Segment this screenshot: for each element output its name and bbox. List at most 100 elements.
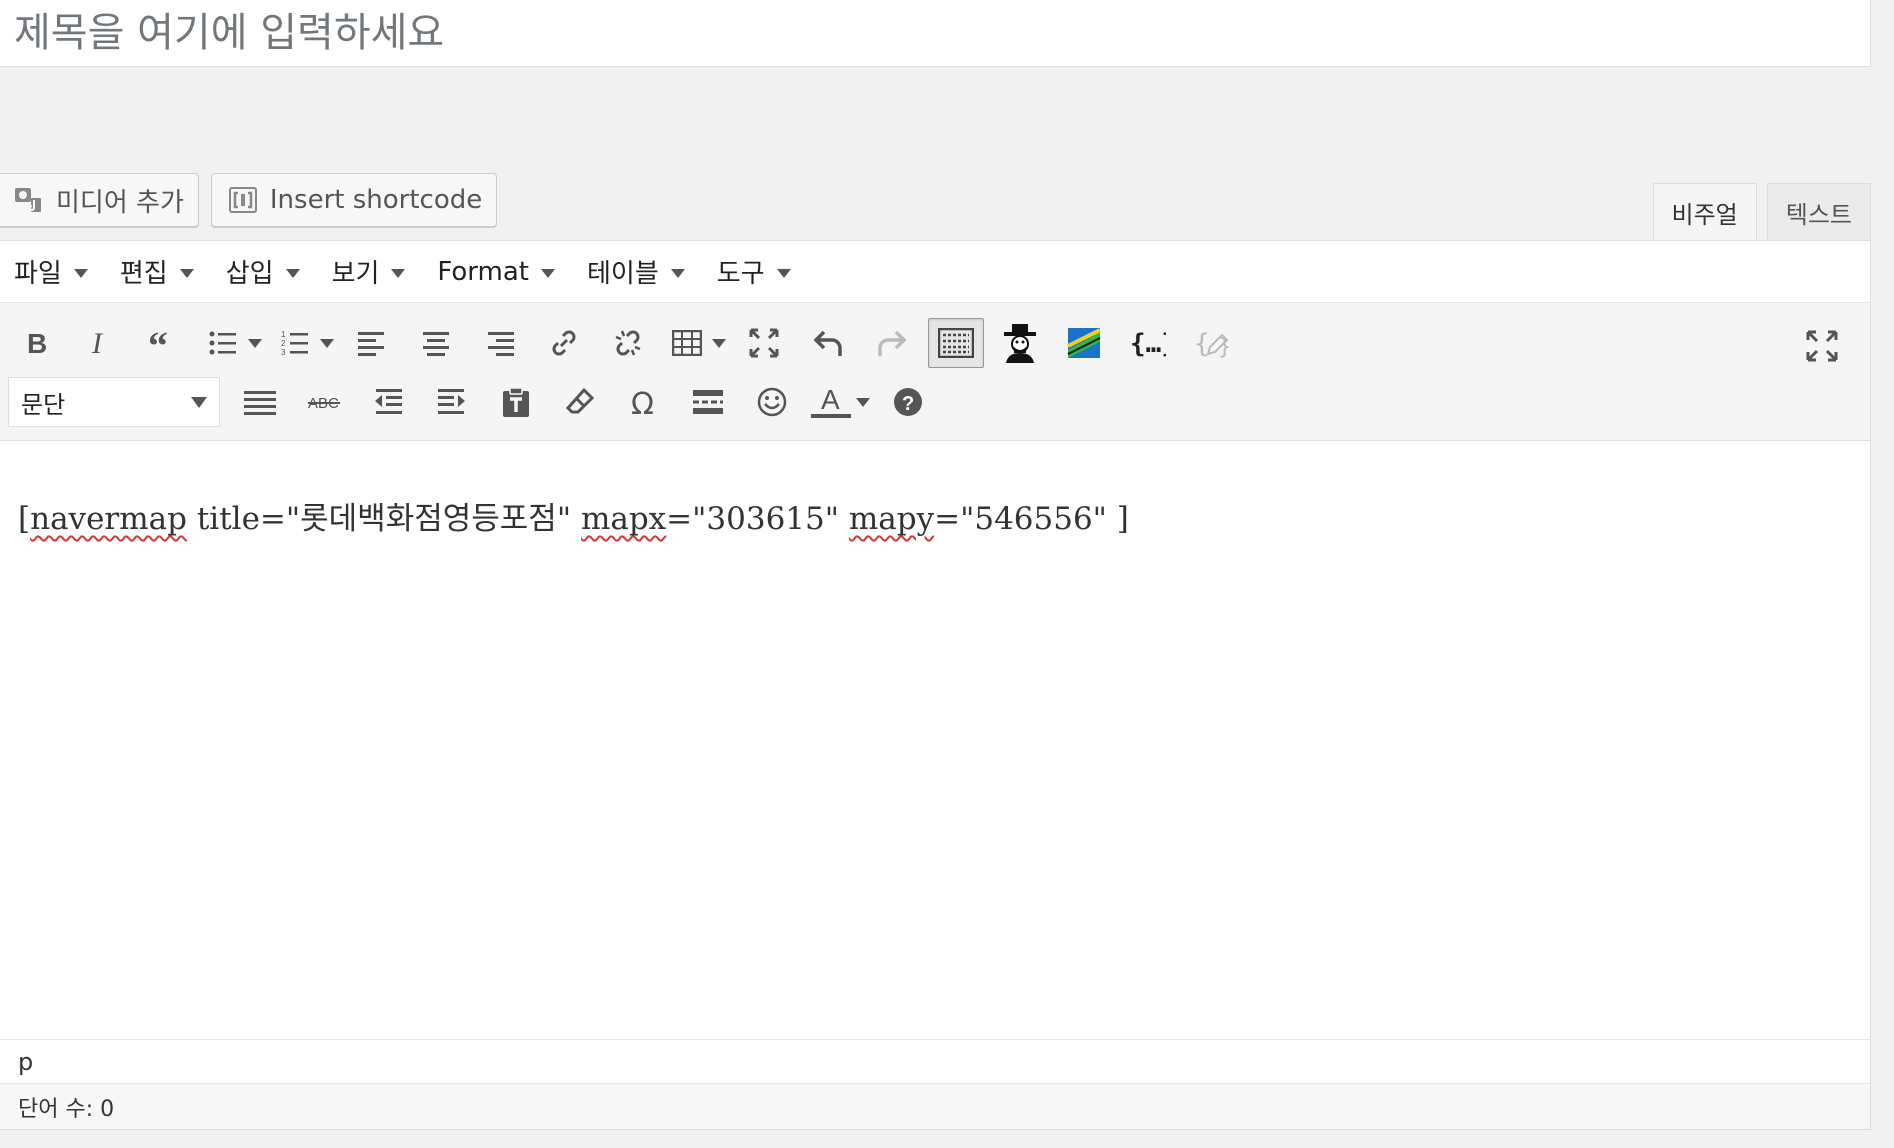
clear-format-button[interactable] xyxy=(552,377,608,427)
svg-text:Ω: Ω xyxy=(631,387,654,418)
element-path-label: p xyxy=(18,1047,34,1076)
table-dropdown[interactable] xyxy=(710,318,728,368)
chevron-down-icon xyxy=(191,396,207,408)
align-right-button[interactable] xyxy=(472,318,528,368)
text-color-icon: A xyxy=(811,385,851,418)
menu-edit[interactable]: 편집 xyxy=(120,253,194,290)
element-path[interactable]: p xyxy=(0,1039,1870,1083)
editor-toolbar: B I “ 123 {… {} 문단 ABC Ω A ? xyxy=(0,303,1870,441)
text-color-dropdown[interactable] xyxy=(854,377,872,427)
fullscreen-button[interactable] xyxy=(1794,321,1850,371)
caret-down-icon xyxy=(73,268,88,278)
unlink-button[interactable] xyxy=(600,318,656,368)
justify-button[interactable] xyxy=(232,377,288,427)
indent-button[interactable] xyxy=(424,377,480,427)
bold-button[interactable]: B xyxy=(8,318,64,368)
svg-text:I: I xyxy=(91,329,104,357)
editor-menubar: 파일 편집 삽입 보기 Format 테이블 도구 xyxy=(0,241,1870,303)
align-center-button[interactable] xyxy=(408,318,464,368)
content-text: ="303615" xyxy=(666,501,849,537)
svg-text:B: B xyxy=(27,329,47,357)
shortcode-icon xyxy=(226,183,260,217)
svg-text:1: 1 xyxy=(281,330,286,339)
outdent-icon xyxy=(375,389,402,414)
editor-mode-tabs: 비주얼 텍스트 xyxy=(1652,183,1871,241)
misspelled-word: navermap xyxy=(30,501,187,537)
svg-text:A: A xyxy=(821,385,840,415)
paste-text-button[interactable] xyxy=(488,377,544,427)
justify-icon xyxy=(244,391,276,415)
editor-container: 파일 편집 삽입 보기 Format 테이블 도구 B I “ 1 2 3 {…… xyxy=(0,240,1871,1130)
svg-text:}: } xyxy=(1218,335,1230,358)
strikethrough-button[interactable]: ABC xyxy=(296,377,352,427)
editor-content-area[interactable]: [navermap title="롯데백화점영등포점" mapx="303615… xyxy=(0,441,1870,1041)
navermap-plugin-icon xyxy=(1004,324,1036,363)
menu-view[interactable]: 보기 xyxy=(332,253,406,290)
media-buttons: 미디어 추가 Insert shortcode xyxy=(0,173,498,227)
numbered-list-split: 123 xyxy=(272,318,336,368)
table-button[interactable] xyxy=(664,318,710,368)
svg-text:3: 3 xyxy=(281,348,286,357)
align-right-icon xyxy=(488,332,514,356)
numbered-list-button[interactable]: 123 xyxy=(272,318,318,368)
bullet-list-dropdown[interactable] xyxy=(246,318,264,368)
omega-icon: Ω xyxy=(631,387,654,418)
bullet-list-button[interactable] xyxy=(200,318,246,368)
align-center-icon xyxy=(423,332,449,356)
caret-down-icon xyxy=(776,268,791,278)
italic-button[interactable]: I xyxy=(72,318,128,368)
navermap-plugin-button[interactable] xyxy=(992,318,1048,368)
emoticon-button[interactable] xyxy=(744,377,800,427)
svg-text:“: “ xyxy=(148,329,168,357)
caret-down-icon xyxy=(391,268,406,278)
align-left-icon xyxy=(358,332,384,356)
menu-insert[interactable]: 삽입 xyxy=(226,253,300,290)
menu-tools[interactable]: 도구 xyxy=(717,253,791,290)
caret-down-icon xyxy=(179,268,194,278)
code-brackets-icon: {…} xyxy=(1130,329,1166,358)
link-icon xyxy=(552,330,576,356)
help-icon: ? xyxy=(894,388,922,416)
menu-label: 파일 xyxy=(14,259,62,289)
bullet-list-split xyxy=(200,318,264,368)
align-left-button[interactable] xyxy=(344,318,400,368)
blockquote-button[interactable]: “ xyxy=(136,318,192,368)
text-color-button[interactable]: A xyxy=(808,377,854,427)
menu-format[interactable]: Format xyxy=(437,257,555,287)
bold-icon: B xyxy=(27,329,47,357)
text-color-split: A xyxy=(808,377,872,427)
menu-file[interactable]: 파일 xyxy=(14,253,88,290)
caret-down-icon xyxy=(285,268,300,278)
add-media-button[interactable]: 미디어 추가 xyxy=(0,173,199,227)
content-text: title="롯데백화점영등포점" xyxy=(186,501,581,537)
svg-text:{…}: {…} xyxy=(1130,329,1166,358)
map-plugin-button[interactable] xyxy=(1056,318,1112,368)
outdent-button[interactable] xyxy=(360,377,416,427)
menu-table[interactable]: 테이블 xyxy=(587,253,685,290)
toolbar-toggle-icon xyxy=(938,328,974,358)
menu-label: 테이블 xyxy=(587,259,659,289)
clear-format-icon xyxy=(565,387,595,414)
tab-text[interactable]: 텍스트 xyxy=(1766,183,1871,241)
help-button[interactable]: ? xyxy=(880,377,936,427)
code-button[interactable]: {…} xyxy=(1120,318,1176,368)
emoticon-icon xyxy=(757,387,787,417)
block-format-select[interactable]: 문단 xyxy=(8,377,220,427)
caret-down-icon xyxy=(670,268,685,278)
link-button[interactable] xyxy=(536,318,592,368)
redo-button[interactable] xyxy=(864,318,920,368)
blockquote-icon: “ xyxy=(148,329,168,357)
undo-button[interactable] xyxy=(800,318,856,368)
edit-code-button[interactable]: {} xyxy=(1184,318,1240,368)
tab-visual[interactable]: 비주얼 xyxy=(1652,183,1757,241)
toolbar-toggle-button[interactable] xyxy=(928,318,984,368)
post-title-input[interactable] xyxy=(0,0,1870,66)
insert-shortcode-button[interactable]: Insert shortcode xyxy=(210,173,498,227)
redo-icon xyxy=(878,330,907,356)
distraction-free-button[interactable] xyxy=(736,318,792,368)
word-count-label: 단어 수: 0 xyxy=(18,1096,115,1122)
menu-label: 삽입 xyxy=(225,259,274,289)
read-more-button[interactable] xyxy=(680,377,736,427)
numbered-list-dropdown[interactable] xyxy=(318,318,336,368)
special-character-button[interactable]: Ω xyxy=(616,377,672,427)
